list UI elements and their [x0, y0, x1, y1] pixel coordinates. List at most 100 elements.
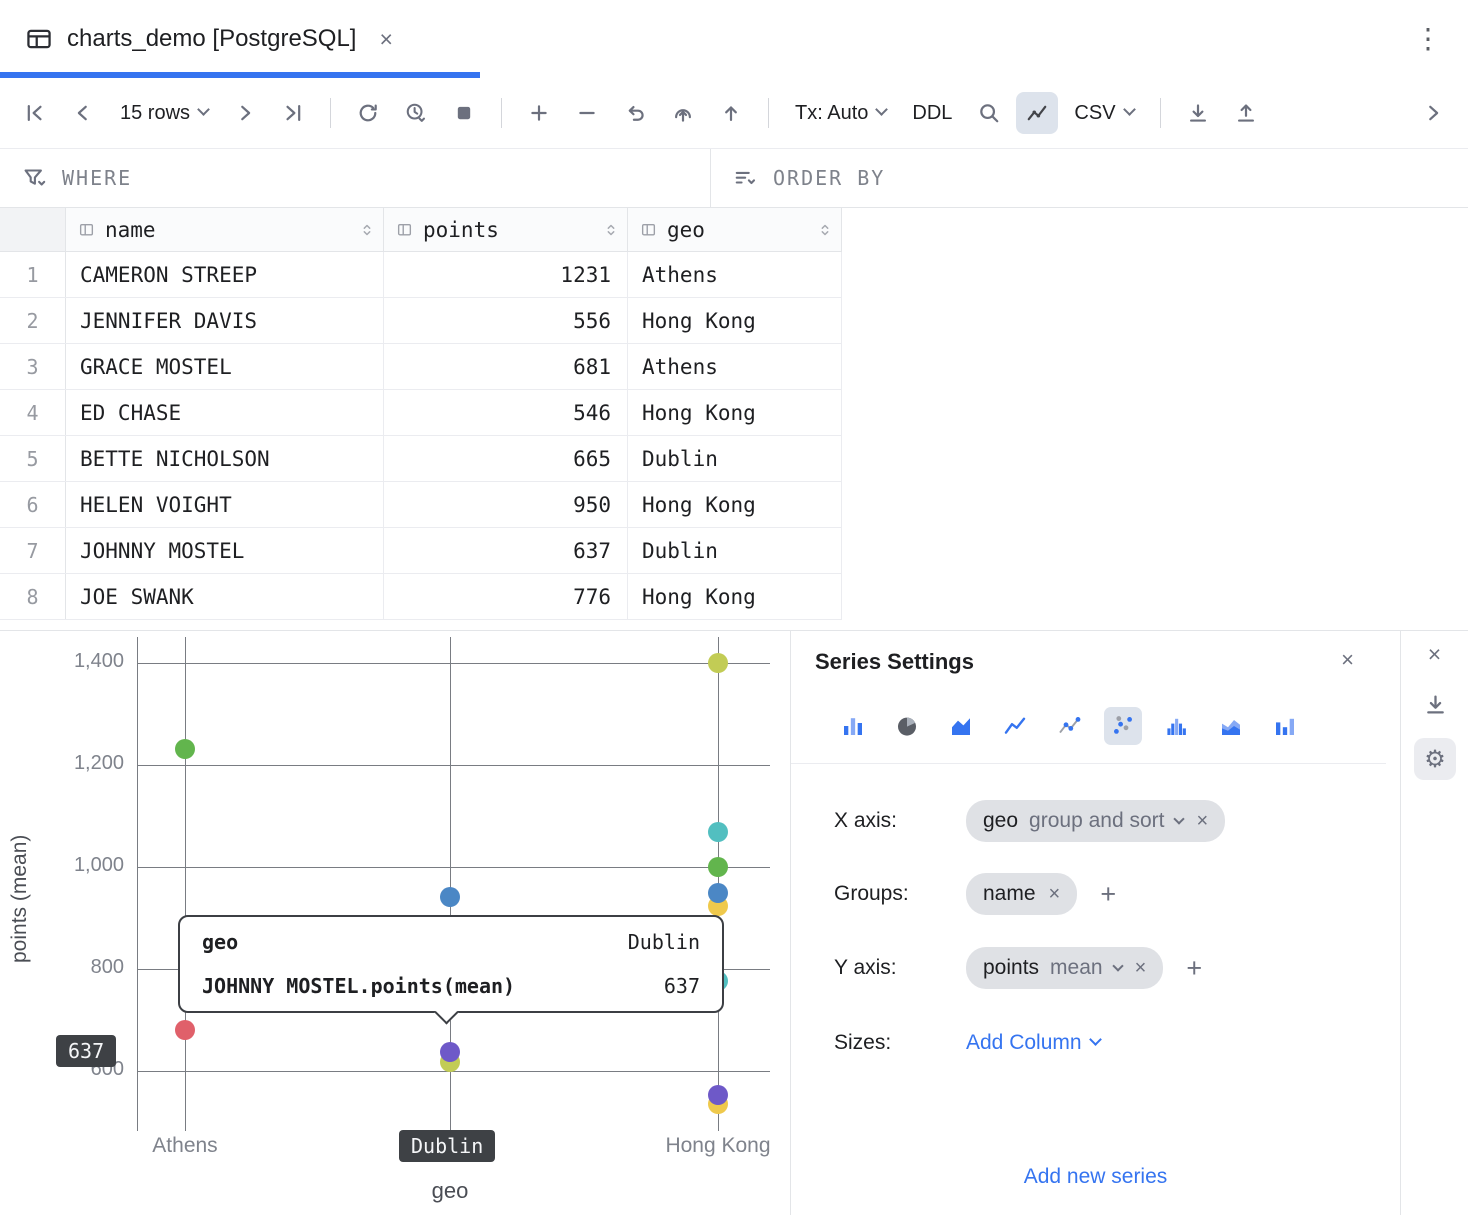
chevron-down-icon[interactable] [1112, 960, 1123, 971]
chart-type-column-button[interactable] [1266, 707, 1304, 745]
cell-geo[interactable]: Hong Kong [628, 482, 842, 527]
cell-name[interactable]: JOHNNY MOSTEL [66, 528, 384, 573]
chart-type-bar-button[interactable] [834, 707, 872, 745]
order-by-filter[interactable]: ORDER BY [711, 149, 907, 207]
add-new-series-button[interactable]: Add new series [791, 1165, 1400, 1189]
sort-toggle-icon[interactable] [359, 222, 375, 238]
cell-geo[interactable]: Dublin [628, 436, 842, 481]
row-number-cell[interactable]: 4 [0, 390, 66, 435]
export-format-selector[interactable]: CSV [1064, 92, 1143, 134]
chart-type-stacked-area-button[interactable] [1212, 707, 1250, 745]
next-row-button[interactable] [224, 92, 266, 134]
cell-geo[interactable]: Hong Kong [628, 298, 842, 343]
table-corner-cell[interactable] [0, 208, 66, 251]
chart-point[interactable] [440, 1042, 460, 1062]
x-axis-column-pill[interactable]: geo group and sort × [966, 800, 1225, 842]
cell-points[interactable]: 776 [384, 574, 628, 619]
remove-y-axis-icon[interactable]: × [1135, 957, 1147, 980]
chart-type-scatter-button[interactable] [1104, 707, 1142, 745]
cell-points[interactable]: 556 [384, 298, 628, 343]
search-button[interactable] [968, 92, 1010, 134]
tab-close-icon[interactable]: × [379, 26, 392, 53]
cell-points[interactable]: 637 [384, 528, 628, 573]
chart-type-histogram-button[interactable] [1158, 707, 1196, 745]
cell-geo[interactable]: Athens [628, 344, 842, 389]
cell-name[interactable]: GRACE MOSTEL [66, 344, 384, 389]
save-chart-button[interactable] [1424, 693, 1447, 721]
sort-toggle-icon[interactable] [817, 222, 833, 238]
chart-settings-button[interactable]: ⚙ [1414, 738, 1456, 780]
page-size-selector[interactable]: 15 rows [110, 92, 218, 134]
cell-name[interactable]: ED CHASE [66, 390, 384, 435]
column-header-name[interactable]: name [66, 208, 384, 251]
row-number-cell[interactable]: 7 [0, 528, 66, 573]
toolbar-overflow-button[interactable] [1412, 92, 1454, 134]
cell-points[interactable]: 546 [384, 390, 628, 435]
row-number-cell[interactable]: 2 [0, 298, 66, 343]
close-chart-icon[interactable]: × [1401, 641, 1468, 668]
chart-point[interactable] [175, 1020, 195, 1040]
cell-points[interactable]: 681 [384, 344, 628, 389]
chart-point[interactable] [708, 857, 728, 877]
cell-geo[interactable]: Hong Kong [628, 574, 842, 619]
cell-name[interactable]: BETTE NICHOLSON [66, 436, 384, 481]
refresh-button[interactable] [347, 92, 389, 134]
stop-button[interactable] [443, 92, 485, 134]
cell-name[interactable]: HELEN VOIGHT [66, 482, 384, 527]
delete-row-button[interactable] [566, 92, 608, 134]
remove-x-axis-icon[interactable]: × [1196, 810, 1208, 833]
add-row-button[interactable] [518, 92, 560, 134]
ddl-button[interactable]: DDL [902, 92, 962, 134]
cell-geo[interactable]: Athens [628, 252, 842, 297]
tooltip-value: 637 [664, 974, 700, 998]
row-number-cell[interactable]: 8 [0, 574, 66, 619]
cell-points[interactable]: 1231 [384, 252, 628, 297]
cell-name[interactable]: CAMERON STREEP [66, 252, 384, 297]
remove-group-icon[interactable]: × [1049, 883, 1061, 906]
chart-type-line-button[interactable] [996, 707, 1034, 745]
previous-row-button[interactable] [62, 92, 104, 134]
add-group-button[interactable]: + [1091, 877, 1125, 911]
row-number-cell[interactable]: 1 [0, 252, 66, 297]
chart-point[interactable] [708, 883, 728, 903]
undo-button[interactable] [614, 92, 656, 134]
submit-button[interactable] [662, 92, 704, 134]
chart-type-area-button[interactable] [942, 707, 980, 745]
column-header-points[interactable]: points [384, 208, 628, 251]
sort-toggle-icon[interactable] [603, 222, 619, 238]
chart-point[interactable] [175, 739, 195, 759]
cell-geo[interactable]: Dublin [628, 528, 842, 573]
row-number-cell[interactable]: 3 [0, 344, 66, 389]
first-row-button[interactable] [14, 92, 56, 134]
chart-point[interactable] [708, 822, 728, 842]
chevron-down-icon[interactable] [1174, 813, 1185, 824]
cell-geo[interactable]: Hong Kong [628, 390, 842, 435]
chart-type-pie-button[interactable] [888, 707, 926, 745]
clock-icon [405, 102, 427, 124]
chart-point[interactable] [708, 653, 728, 673]
close-series-settings-icon[interactable]: × [1341, 647, 1354, 673]
where-filter[interactable]: WHERE [0, 149, 710, 207]
cell-name[interactable]: JENNIFER DAVIS [66, 298, 384, 343]
chart-view-toggle[interactable] [1016, 92, 1058, 134]
sizes-add-column-button[interactable]: Add Column [966, 1031, 1100, 1055]
chart-type-point-line-button[interactable] [1050, 707, 1088, 745]
export-data-button[interactable] [1177, 92, 1219, 134]
import-data-button[interactable] [1225, 92, 1267, 134]
last-row-button[interactable] [272, 92, 314, 134]
y-axis-column-pill[interactable]: points mean × [966, 947, 1163, 989]
tab-charts-demo[interactable]: charts_demo [PostgreSQL] × [0, 0, 480, 78]
kebab-menu-icon[interactable]: ⋮ [1414, 22, 1442, 55]
tx-mode-selector[interactable]: Tx: Auto [785, 92, 896, 134]
row-number-cell[interactable]: 5 [0, 436, 66, 481]
upload-button[interactable] [710, 92, 752, 134]
cell-points[interactable]: 950 [384, 482, 628, 527]
cell-points[interactable]: 665 [384, 436, 628, 481]
groups-column-pill[interactable]: name × [966, 873, 1077, 915]
chart-point[interactable] [440, 887, 460, 907]
cell-name[interactable]: JOE SWANK [66, 574, 384, 619]
column-header-geo[interactable]: geo [628, 208, 842, 251]
add-y-axis-button[interactable]: + [1177, 951, 1211, 985]
row-number-cell[interactable]: 6 [0, 482, 66, 527]
auto-refresh-button[interactable] [395, 92, 437, 134]
